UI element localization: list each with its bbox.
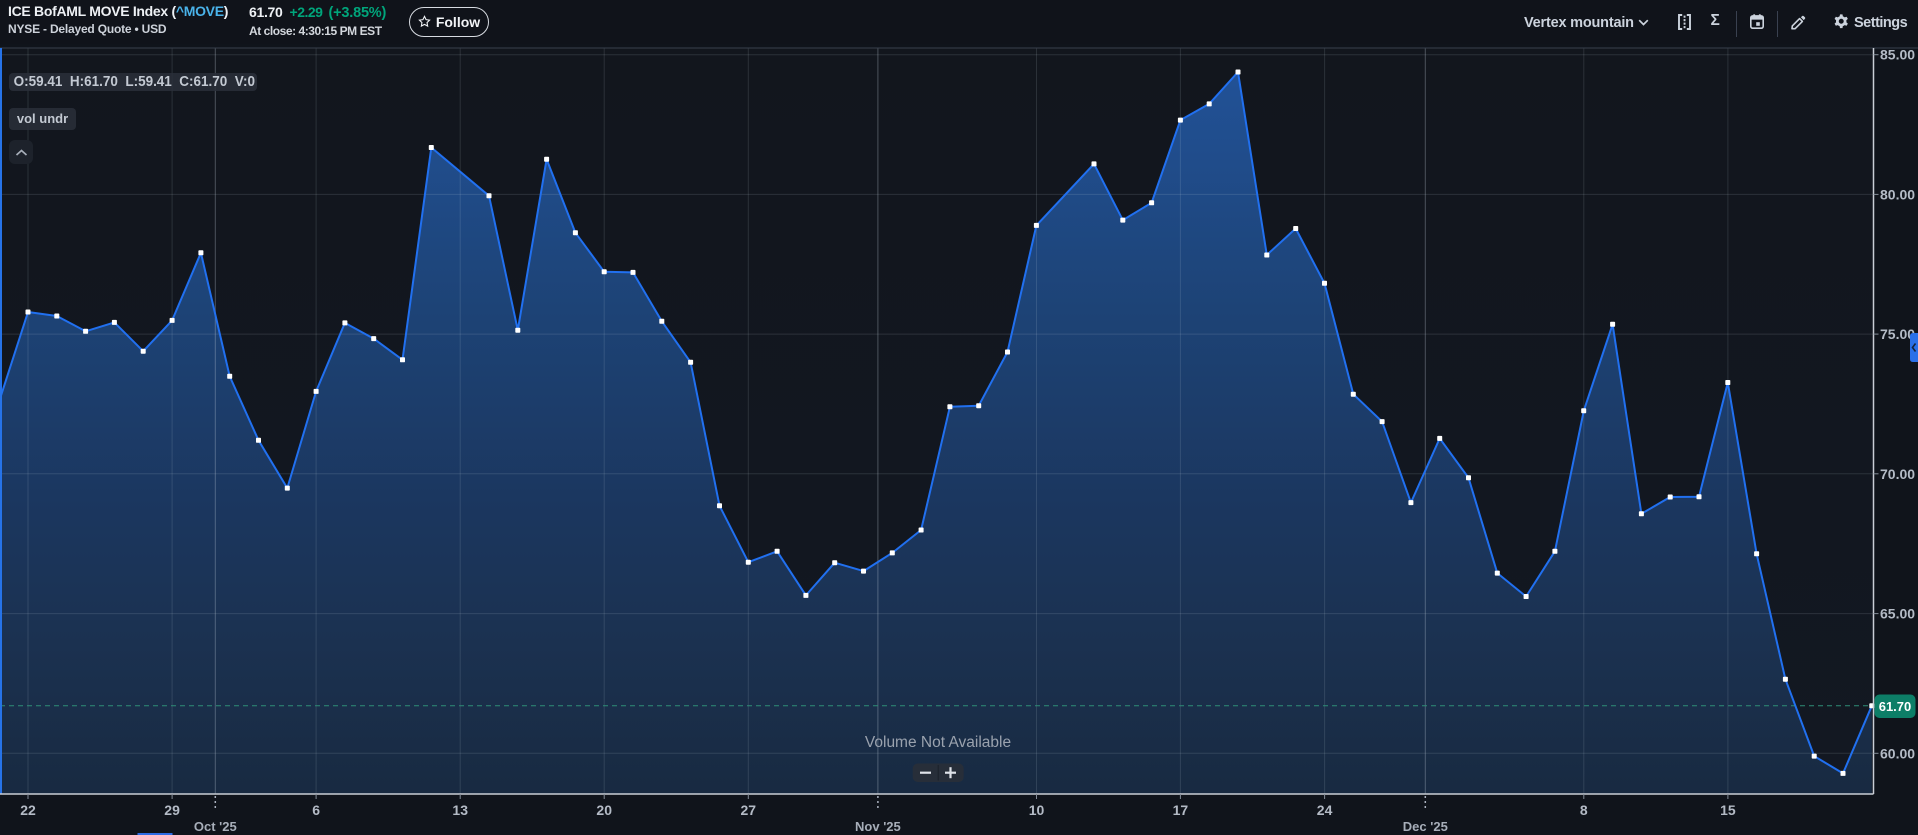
svg-text:24: 24 xyxy=(1317,802,1333,818)
svg-text:Dec '25: Dec '25 xyxy=(1403,819,1448,834)
svg-text:17: 17 xyxy=(1173,802,1189,818)
svg-text:61.70: 61.70 xyxy=(1879,699,1912,714)
svg-text:10: 10 xyxy=(1029,802,1045,818)
svg-text:15: 15 xyxy=(1720,802,1736,818)
svg-text:27: 27 xyxy=(741,802,757,818)
svg-text:70.00: 70.00 xyxy=(1880,466,1915,482)
svg-text:13: 13 xyxy=(452,802,468,818)
svg-text:80.00: 80.00 xyxy=(1880,186,1915,202)
svg-text:6: 6 xyxy=(312,802,320,818)
svg-text:65.00: 65.00 xyxy=(1880,606,1915,622)
svg-text:20: 20 xyxy=(596,802,612,818)
svg-text:8: 8 xyxy=(1580,802,1588,818)
svg-text:Oct '25: Oct '25 xyxy=(194,819,237,834)
svg-text:60.00: 60.00 xyxy=(1880,745,1915,761)
svg-text:85.00: 85.00 xyxy=(1880,47,1915,63)
svg-text:75.00: 75.00 xyxy=(1880,326,1915,342)
svg-text:29: 29 xyxy=(164,802,180,818)
svg-text:22: 22 xyxy=(20,802,36,818)
svg-text:Nov '25: Nov '25 xyxy=(855,819,901,834)
